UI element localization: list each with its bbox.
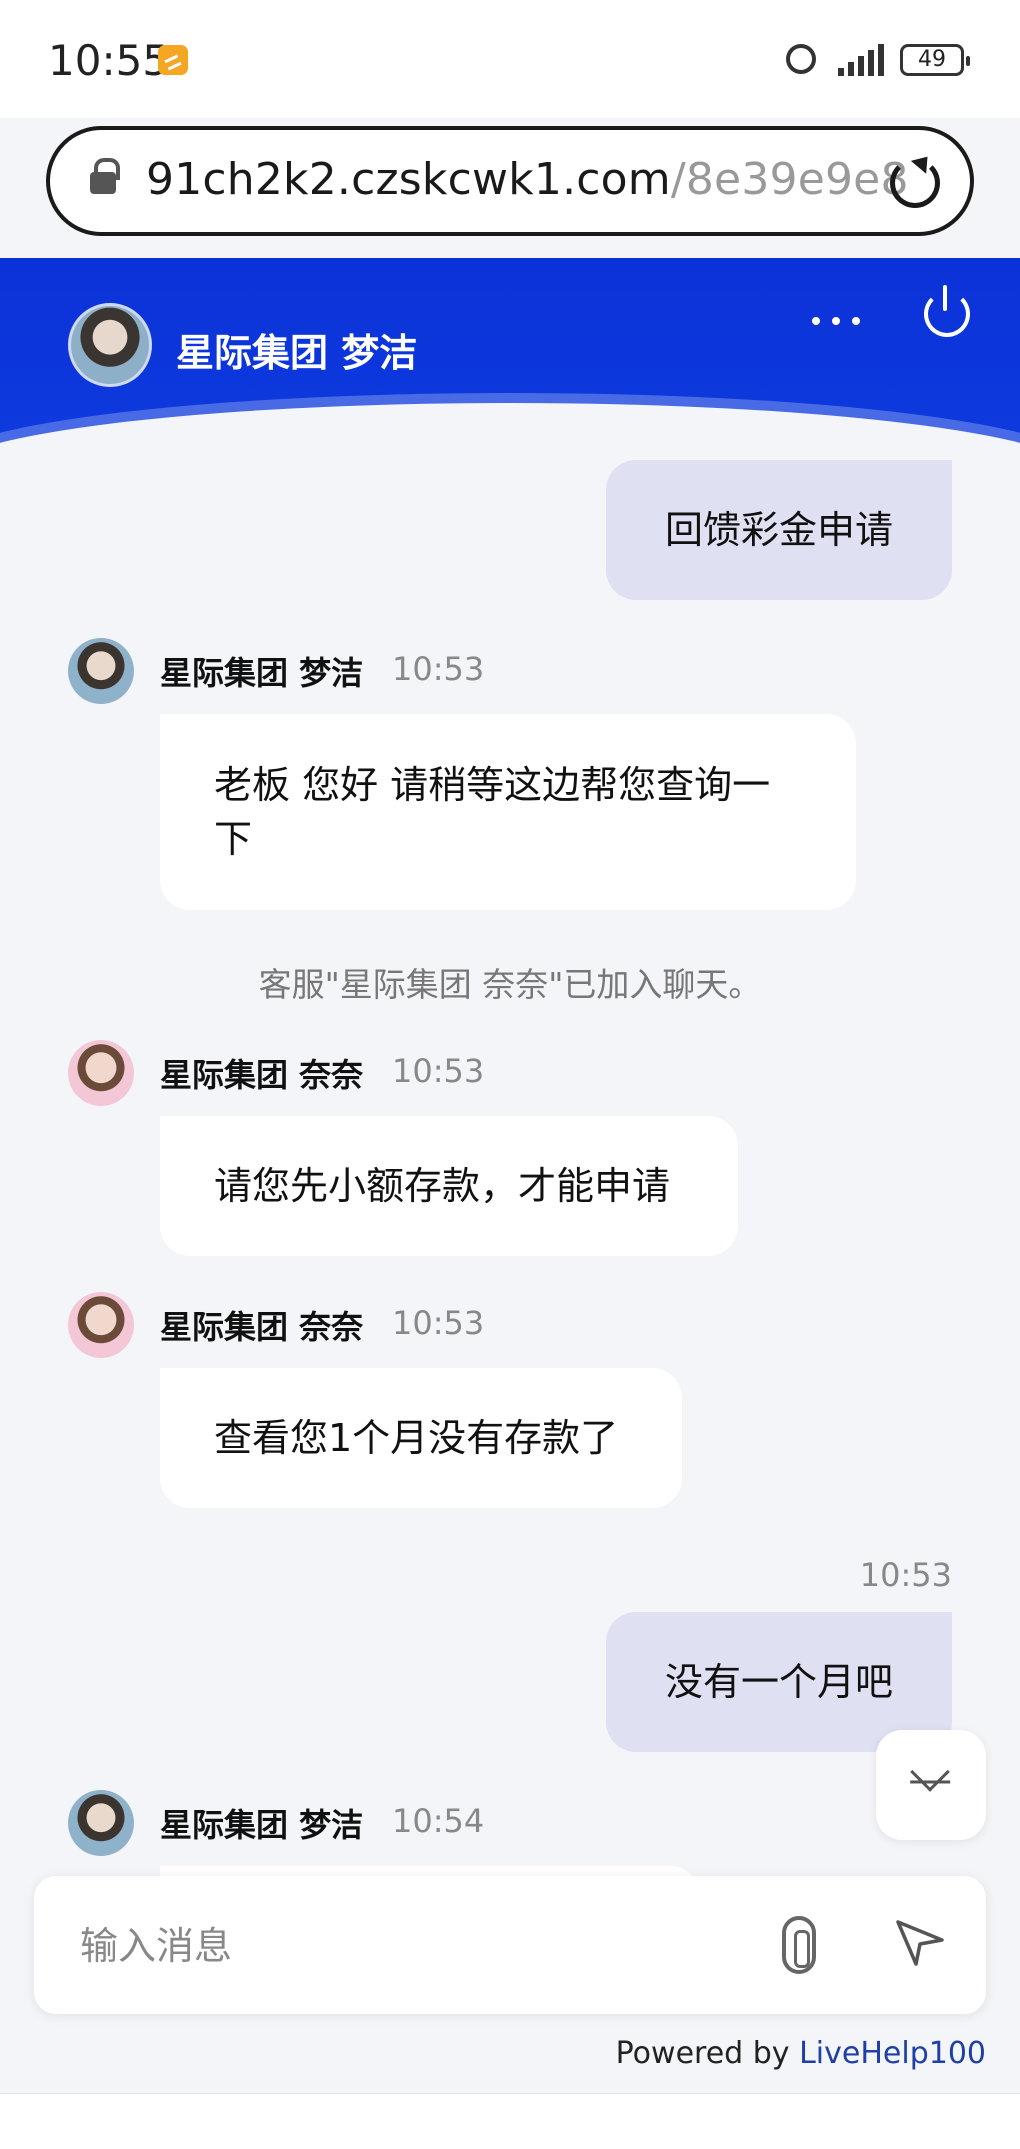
- message-time: 10:53: [392, 1304, 485, 1342]
- battery-icon: 49: [900, 44, 970, 76]
- input-bar: [34, 1876, 986, 2014]
- more-icon[interactable]: [812, 312, 862, 332]
- avatar: [68, 1292, 134, 1358]
- message-time: 10:53: [392, 650, 485, 688]
- scroll-down-button[interactable]: [876, 1730, 986, 1840]
- paperclip-icon[interactable]: [782, 1916, 816, 1974]
- status-bar: 10:55 49: [0, 0, 1020, 118]
- chat-body[interactable]: 回馈彩金申请 星际集团 梦洁 10:53 老板 您好 请稍等这边帮您查询一下 客…: [0, 448, 1020, 1878]
- message-time: 10:53: [392, 1052, 485, 1090]
- message-sender: 星际集团 奈奈: [160, 1056, 364, 1094]
- message-sender: 星际集团 奈奈: [160, 1308, 364, 1346]
- url-bar[interactable]: 91ch2k2.czskcwk1.com/8e39e9e8: [46, 126, 974, 236]
- powered-prefix: Powered by: [615, 2036, 800, 2071]
- url-text[interactable]: 91ch2k2.czskcwk1.com/8e39e9e8: [146, 154, 909, 205]
- status-time: 10:55: [48, 36, 170, 85]
- powered-brand-link[interactable]: LiveHelp100: [799, 2036, 986, 2071]
- message-time: 10:54: [392, 1802, 485, 1840]
- alarm-icon: [786, 44, 816, 74]
- send-icon[interactable]: [894, 1916, 946, 1968]
- browser-bottom-bar: [0, 2093, 1020, 2149]
- url-path: /8e39e9e8: [670, 154, 909, 205]
- lock-icon[interactable]: [90, 158, 120, 196]
- message-time: 10:53: [859, 1556, 952, 1594]
- powered-by: Powered by LiveHelp100: [616, 2036, 986, 2071]
- reload-icon[interactable]: [890, 158, 940, 208]
- chevron-down-icon: [910, 1752, 950, 1792]
- url-host: 91ch2k2.czskcwk1.com: [146, 154, 671, 205]
- avatar: [68, 1040, 134, 1106]
- system-message: 客服"星际集团 奈奈"已加入聊天。: [258, 965, 762, 1004]
- avatar: [68, 303, 152, 387]
- message-sender: 星际集团 梦洁: [160, 1806, 364, 1844]
- message-input[interactable]: [80, 1916, 760, 1976]
- agent-name: 星际集团 梦洁: [176, 331, 418, 375]
- outgoing-message: 回馈彩金申请: [606, 460, 952, 600]
- avatar: [68, 1790, 134, 1856]
- message-sender: 星际集团 梦洁: [160, 654, 364, 692]
- incoming-message: 老板 您好 请稍等这边帮您查询一下: [160, 714, 856, 910]
- notification-icon: [158, 45, 188, 75]
- avatar: [68, 638, 134, 704]
- signal-icon: [830, 44, 888, 76]
- incoming-message: 查看您1个月没有存款了: [160, 1368, 682, 1508]
- power-icon[interactable]: [924, 285, 970, 337]
- incoming-message: 请您先小额存款，才能申请: [160, 1116, 738, 1256]
- chat-header: 星际集团 梦洁: [0, 258, 1020, 448]
